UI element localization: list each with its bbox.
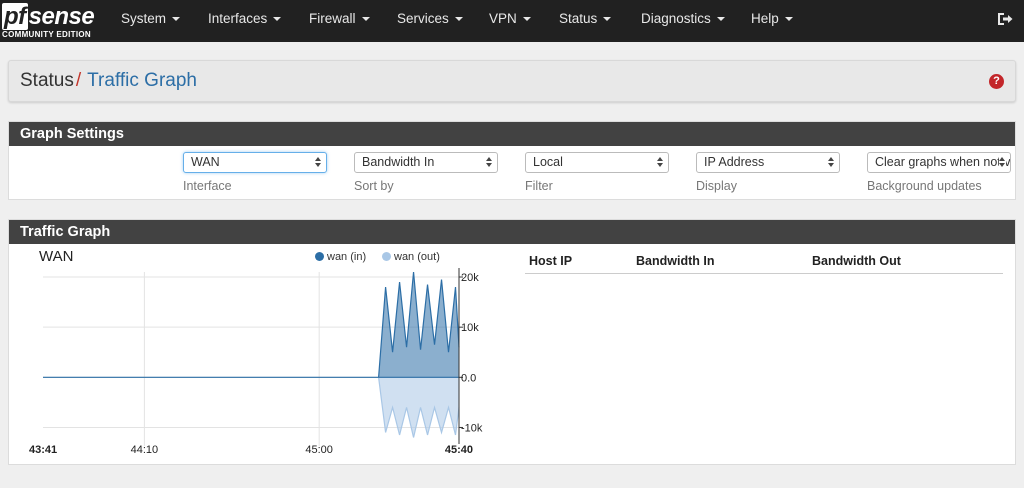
- nav-services[interactable]: Services: [397, 0, 463, 42]
- interface-select-value: WAN: [191, 155, 220, 169]
- y-tick-label: 0.0: [461, 372, 476, 384]
- filter-select-value: Local: [533, 155, 563, 169]
- breadcrumb-bar: Status / Traffic Graph ?: [8, 60, 1016, 102]
- breadcrumb: Status / Traffic Graph: [20, 69, 197, 93]
- nav-diagnostics-label: Diagnostics: [641, 11, 711, 26]
- x-tick-label: 44:10: [131, 444, 159, 456]
- filter-label: Filter: [525, 179, 553, 193]
- traffic-graph-panel: Traffic Graph WAN wan (in) wan (out) 20k…: [8, 219, 1016, 465]
- select-arrows-icon: [486, 156, 493, 169]
- nav-status-label: Status: [559, 11, 598, 26]
- series-area-out: [378, 377, 459, 438]
- display-select-value: IP Address: [704, 155, 765, 169]
- nav-firewall-label: Firewall: [309, 11, 356, 26]
- chevron-down-icon: [361, 17, 370, 22]
- nav-system-label: System: [121, 11, 167, 26]
- nav-help-label: Help: [751, 11, 779, 26]
- nav-diagnostics[interactable]: Diagnostics: [641, 0, 725, 42]
- nav-vpn-label: VPN: [489, 11, 517, 26]
- chevron-down-icon: [273, 17, 282, 22]
- host-table: Host IP Bandwidth In Bandwidth Out: [525, 252, 1003, 274]
- select-arrows-icon: [828, 156, 835, 169]
- filter-select[interactable]: Local: [525, 152, 669, 173]
- logout-icon[interactable]: [996, 10, 1014, 28]
- x-tick-label: 45:00: [305, 444, 333, 456]
- interface-setting: WAN Interface: [183, 152, 327, 193]
- y-tick-label: 20k: [461, 272, 479, 284]
- breadcrumb-parent[interactable]: Status: [20, 70, 74, 91]
- filter-setting: Local Filter: [525, 152, 669, 193]
- chart-series: [43, 271, 460, 438]
- nav-firewall[interactable]: Firewall: [309, 0, 370, 42]
- background-updates-select[interactable]: Clear graphs when not visible: [867, 152, 1011, 173]
- nav-interfaces[interactable]: Interfaces: [208, 0, 282, 42]
- display-label: Display: [696, 179, 737, 193]
- interface-label: Interface: [183, 179, 232, 193]
- host-table-header: Host IP Bandwidth In Bandwidth Out: [525, 252, 1003, 274]
- x-tick-label: 45:40: [445, 444, 473, 456]
- logo-wordmark: pf sense: [2, 3, 95, 30]
- column-host-ip[interactable]: Host IP: [529, 254, 572, 268]
- chevron-down-icon: [172, 17, 181, 22]
- logo-suffix: sense: [28, 3, 95, 30]
- y-tick-label: 10k: [461, 322, 479, 334]
- traffic-chart: 20k 10k 0.0 -10k 43:41 44:10 45:00 45:40: [29, 268, 483, 456]
- column-bandwidth-in[interactable]: Bandwidth In: [636, 254, 714, 268]
- chevron-down-icon: [454, 17, 463, 22]
- display-setting: IP Address Display: [696, 152, 840, 193]
- logo-prefix: pf: [2, 3, 28, 30]
- sort-by-setting: Bandwidth In Sort by: [354, 152, 498, 193]
- logo-edition: COMMUNITY EDITION: [2, 30, 91, 39]
- nav-interfaces-label: Interfaces: [208, 11, 268, 26]
- background-updates-select-value: Clear graphs when not visible: [875, 155, 1011, 169]
- pfsense-logo[interactable]: pf sense COMMUNITY EDITION: [2, 3, 98, 39]
- nav-status[interactable]: Status: [559, 0, 612, 42]
- interface-select[interactable]: WAN: [183, 152, 327, 173]
- chevron-down-icon: [784, 17, 793, 22]
- column-bandwidth-out[interactable]: Bandwidth Out: [812, 254, 901, 268]
- graph-settings-title: Graph Settings: [9, 122, 1015, 146]
- background-updates-setting: Clear graphs when not visible Background…: [867, 152, 1011, 193]
- top-navbar: pf sense COMMUNITY EDITION System Interfa…: [0, 0, 1024, 42]
- select-arrows-icon: [999, 156, 1006, 169]
- chevron-down-icon: [716, 17, 725, 22]
- sort-by-select-value: Bandwidth In: [362, 155, 435, 169]
- chevron-down-icon: [522, 17, 531, 22]
- chevron-down-icon: [603, 17, 612, 22]
- breadcrumb-separator: /: [75, 70, 82, 91]
- select-arrows-icon: [657, 156, 664, 169]
- select-arrows-icon: [315, 156, 322, 169]
- graph-settings-panel: Graph Settings WAN Interface Bandwidth I…: [8, 121, 1016, 200]
- background-updates-label: Background updates: [867, 179, 982, 193]
- sort-by-select[interactable]: Bandwidth In: [354, 152, 498, 173]
- sort-by-label: Sort by: [354, 179, 394, 193]
- x-tick-label: 43:41: [29, 444, 57, 456]
- nav-services-label: Services: [397, 11, 449, 26]
- nav-help[interactable]: Help: [751, 0, 793, 42]
- traffic-graph-title: Traffic Graph: [9, 220, 1015, 244]
- nav-vpn[interactable]: VPN: [489, 0, 531, 42]
- display-select[interactable]: IP Address: [696, 152, 840, 173]
- breadcrumb-current[interactable]: Traffic Graph: [87, 70, 197, 91]
- y-tick-label: -10k: [461, 422, 483, 434]
- question-circle-icon[interactable]: ?: [989, 74, 1004, 89]
- nav-system[interactable]: System: [121, 0, 181, 42]
